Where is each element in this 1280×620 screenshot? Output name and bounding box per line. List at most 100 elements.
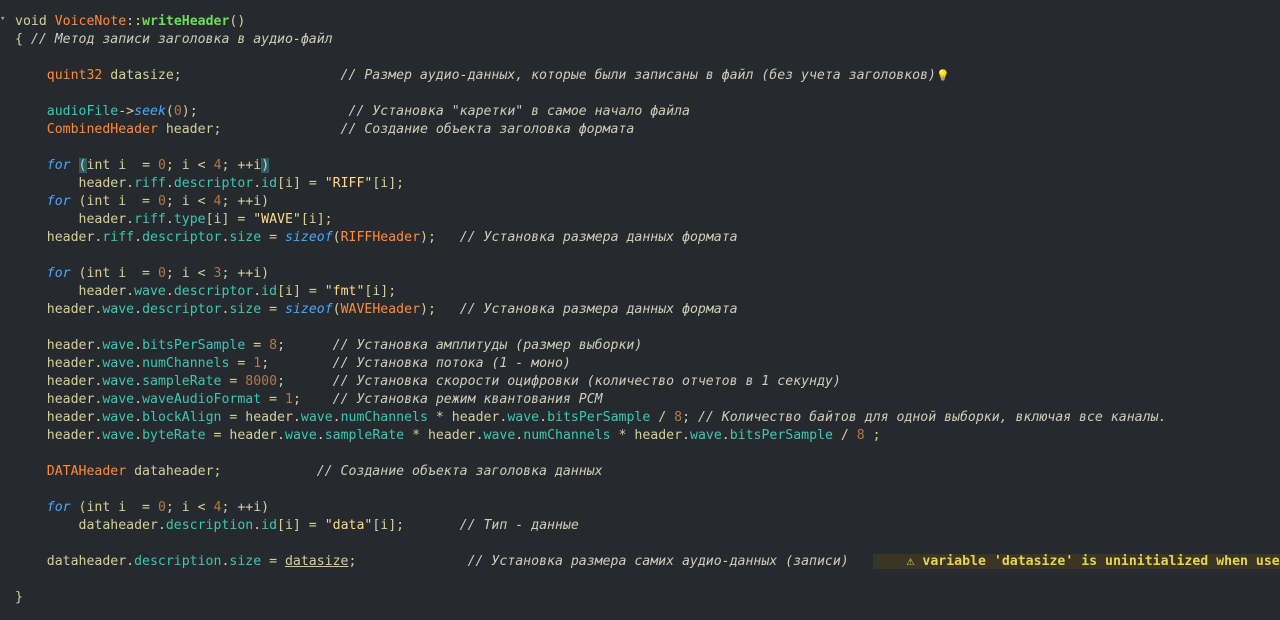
code-token: description — [134, 554, 222, 569]
code-line-10[interactable]: header.riff.descriptor.id[i] = "RIFF"[i]… — [15, 175, 1280, 193]
code-token: for — [46, 158, 71, 173]
code-token: for — [46, 194, 71, 209]
code-token: bitsPerSample — [547, 410, 651, 425]
fold-toggle-icon[interactable]: ▾ — [0, 14, 5, 24]
code-line-4[interactable]: quint32 datasize; // Размер аудио-данных… — [15, 67, 1280, 85]
code-line-8[interactable] — [15, 139, 1280, 157]
code-token: 8 — [674, 410, 683, 425]
code-token: 1 — [284, 392, 293, 407]
code-token: = — [261, 302, 286, 317]
code-token: [i]; — [300, 212, 333, 227]
code-line-18[interactable] — [15, 319, 1280, 337]
code-token: header. — [15, 392, 103, 407]
code-line-31[interactable]: dataheader.description.size = datasize; … — [15, 553, 1280, 571]
warning-diagnostic[interactable]: ⚠ variable 'datasize' is uninitialized w… — [872, 554, 1280, 569]
code-token: ; i < — [165, 194, 214, 209]
code-token: 0 — [157, 194, 166, 209]
code-token: 8000 — [245, 374, 278, 389]
code-token: ); — [420, 230, 460, 245]
code-token: * header. — [427, 410, 508, 425]
code-token: blockAlign — [142, 410, 222, 425]
code-line-29[interactable]: dataheader.description.id[i] = "data"[i]… — [15, 517, 1280, 535]
code-token: header. — [15, 338, 103, 353]
code-comment: // Установка потока (1 - моно) — [332, 356, 571, 371]
code-token: ( — [78, 158, 87, 173]
code-line-21[interactable]: header.wave.sampleRate = 8000; // Устано… — [15, 373, 1280, 391]
code-token: numChannels — [523, 428, 611, 443]
lightbulb-icon[interactable]: 💡 — [936, 69, 950, 82]
code-line-23[interactable]: header.wave.blockAlign = header.wave.num… — [15, 409, 1280, 427]
code-line-2[interactable]: { // Метод записи заголовка в аудио-файл — [15, 31, 1280, 49]
code-token: . — [134, 338, 143, 353]
code-token: 0 — [173, 104, 182, 119]
code-line-24[interactable]: header.wave.byteRate = header.wave.sampl… — [15, 427, 1280, 445]
code-line-6[interactable]: audioFile->seek(0); // Установка "каретк… — [15, 103, 1280, 121]
code-token: . — [316, 428, 325, 443]
code-token: VoiceNote — [54, 14, 127, 29]
code-token: 0 — [157, 500, 166, 515]
code-line-14[interactable] — [15, 247, 1280, 265]
code-token: (int i = — [70, 500, 158, 515]
code-line-19[interactable]: header.wave.bitsPerSample = 8; // Устано… — [15, 337, 1280, 355]
code-token: ; — [261, 356, 333, 371]
code-line-9[interactable]: for (int i = 0; i < 4; ++i) — [15, 157, 1280, 175]
code-line-30[interactable] — [15, 535, 1280, 553]
code-line-27[interactable] — [15, 481, 1280, 499]
code-token: void — [15, 14, 55, 29]
code-line-25[interactable] — [15, 445, 1280, 463]
code-comment: // Установка "каретки" в самое начало фа… — [348, 104, 690, 119]
code-token: CombinedHeader — [46, 122, 158, 137]
code-token: descriptor — [173, 176, 254, 191]
code-token: riff — [134, 176, 166, 191]
code-line-11[interactable]: for (int i = 0; i < 4; ++i) — [15, 193, 1280, 211]
code-token: ; i < — [165, 158, 214, 173]
code-token: . — [134, 302, 143, 317]
code-line-3[interactable] — [15, 49, 1280, 67]
code-token: header. — [15, 374, 103, 389]
code-token: riff — [134, 212, 166, 227]
code-token: wave — [285, 428, 317, 443]
code-token: "data" — [324, 518, 373, 533]
code-token: { — [15, 32, 31, 47]
code-line-5[interactable] — [15, 85, 1280, 103]
code-line-32[interactable] — [15, 571, 1280, 589]
code-token: ; ++i) — [221, 266, 270, 281]
code-token: ) — [261, 158, 270, 173]
code-token: . — [165, 284, 174, 299]
code-editor[interactable]: ▾ void VoiceNote::writeHeader(){ // Мето… — [0, 0, 1280, 620]
code-token: riff — [102, 230, 135, 245]
code-line-20[interactable]: header.wave.numChannels = 1; // Установк… — [15, 355, 1280, 373]
code-line-22[interactable]: header.wave.waveAudioFormat = 1; // Уста… — [15, 391, 1280, 409]
code-line-28[interactable]: for (int i = 0; i < 4; ++i) — [15, 499, 1280, 517]
code-token: descriptor — [142, 302, 222, 317]
code-token: ; — [682, 410, 698, 425]
code-token: } — [15, 590, 23, 605]
code-line-16[interactable]: header.wave.descriptor.id[i] = "fmt"[i]; — [15, 283, 1280, 301]
code-line-1[interactable]: void VoiceNote::writeHeader() — [15, 13, 1280, 31]
code-token: = — [229, 356, 254, 371]
code-line-13[interactable]: header.riff.descriptor.size = sizeof(RIF… — [15, 229, 1280, 247]
code-comment: // Размер аудио-данных, которые были зап… — [340, 68, 936, 83]
code-token: . — [332, 410, 341, 425]
code-line-17[interactable]: header.wave.descriptor.size = sizeof(WAV… — [15, 301, 1280, 319]
code-line-33[interactable]: } — [15, 589, 1280, 607]
code-line-12[interactable]: header.riff.type[i] = "WAVE"[i]; — [15, 211, 1280, 229]
code-line-15[interactable]: for (int i = 0; i < 3; ++i) — [15, 265, 1280, 283]
code-line-26[interactable]: DATAHeader dataheader; // Создание объек… — [15, 463, 1280, 481]
code-token: WAVEHeader — [340, 302, 421, 317]
code-token: -> — [118, 104, 135, 119]
code-token: * header. — [610, 428, 690, 443]
code-token: . — [165, 176, 174, 191]
code-line-7[interactable]: CombinedHeader header; // Создание объек… — [15, 121, 1280, 139]
code-token: header. — [15, 230, 103, 245]
code-token: header. — [15, 356, 103, 371]
code-token: datasize; — [102, 68, 341, 83]
code-token: [i]; — [364, 284, 397, 299]
code-token: wave — [690, 428, 722, 443]
code-token: [i]; — [372, 518, 460, 533]
code-token: . — [253, 284, 262, 299]
code-token: bitsPerSample — [142, 338, 246, 353]
code-token: descriptor — [173, 284, 254, 299]
code-comment: // Тип - данные — [459, 518, 579, 533]
code-token: RIFFHeader — [340, 230, 421, 245]
